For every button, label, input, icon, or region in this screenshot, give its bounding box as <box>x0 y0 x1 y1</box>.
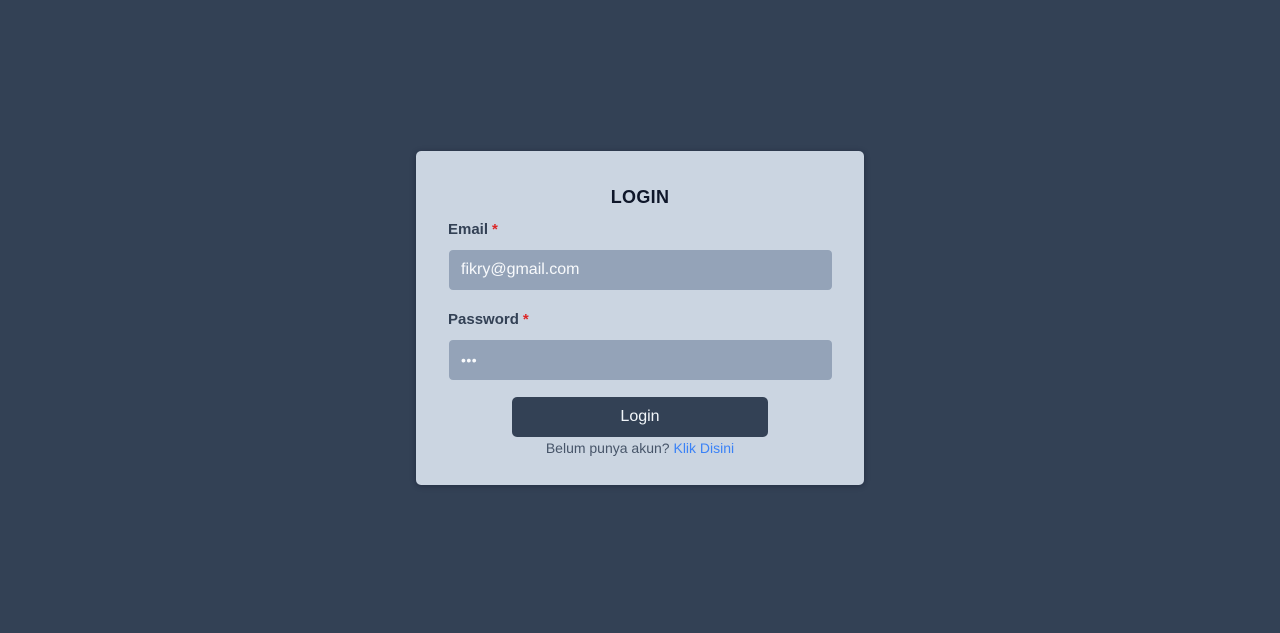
password-required-mark: * <box>522 311 529 328</box>
password-label-text: Password <box>448 311 519 328</box>
email-required-mark: * <box>492 221 498 238</box>
email-label-text: Email <box>448 221 489 238</box>
page-background: LOGIN Email* Password* Login Belum punya… <box>0 0 1280 633</box>
login-button[interactable]: Login <box>512 397 768 437</box>
email-input[interactable] <box>449 250 832 290</box>
login-button-wrap: Login <box>448 397 832 437</box>
register-prompt-text: Belum punya akun? <box>545 440 670 456</box>
register-link[interactable]: Klik Disini <box>673 440 734 456</box>
password-label: Password * <box>448 310 832 330</box>
email-label: Email * <box>448 220 832 240</box>
register-prompt-line: Belum punya akun? Klik Disini <box>448 439 832 457</box>
login-title: LOGIN <box>610 187 670 207</box>
login-card: LOGIN Email* Password* Login Belum punya… <box>416 151 864 485</box>
password-input[interactable] <box>449 340 832 380</box>
